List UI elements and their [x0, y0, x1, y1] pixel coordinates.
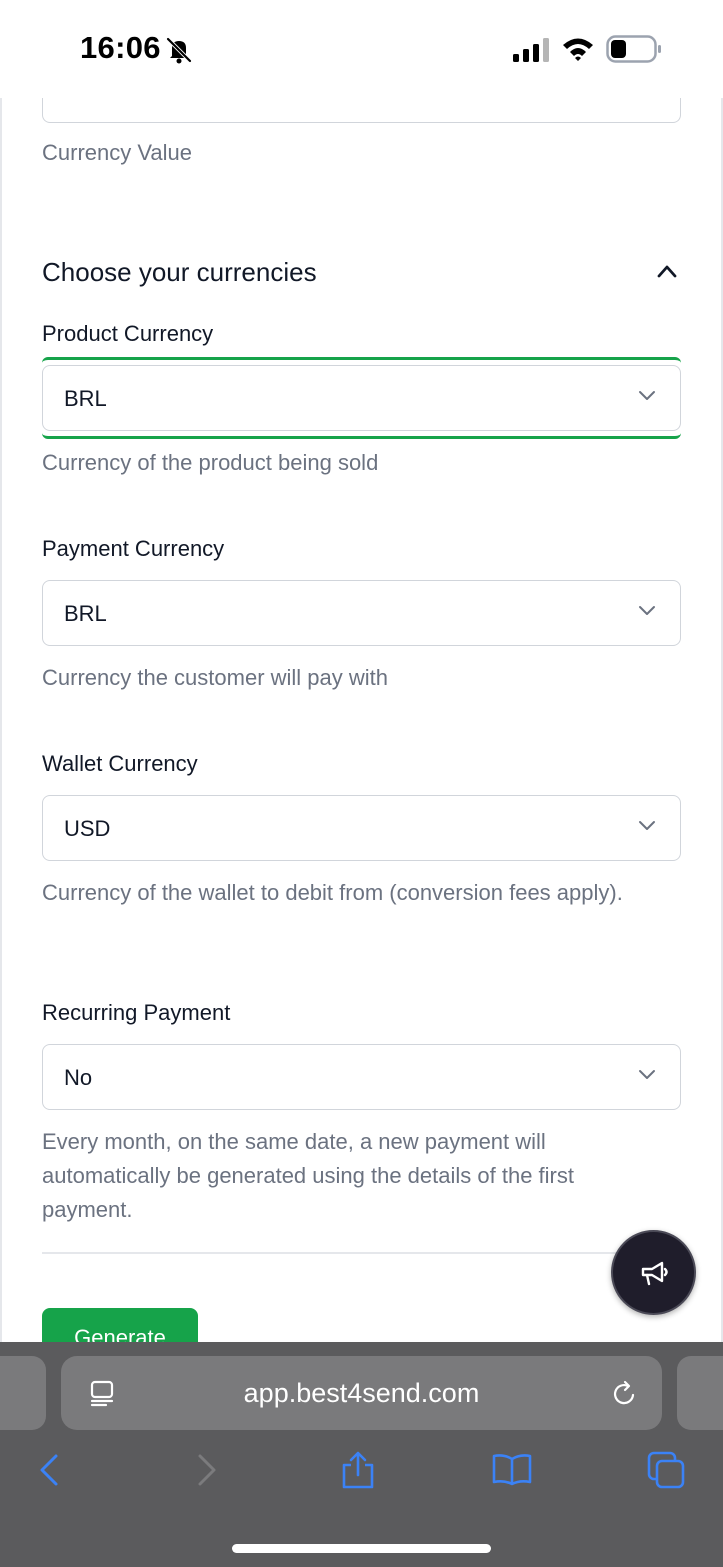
next-tab-preview[interactable] — [677, 1356, 723, 1430]
home-indicator — [232, 1544, 491, 1553]
payment-currency-select[interactable]: BRL — [42, 580, 681, 646]
wallet-currency-label: Wallet Currency — [42, 751, 198, 776]
product-currency-value: BRL — [64, 386, 107, 411]
product-currency-select[interactable]: BRL — [42, 365, 681, 431]
generate-button[interactable]: Generate — [42, 1308, 198, 1342]
payment-currency-help: Currency the customer will pay with — [42, 665, 389, 690]
battery-icon — [606, 35, 661, 63]
forward-icon[interactable] — [186, 1450, 226, 1490]
section-title: Choose your currencies — [42, 257, 317, 287]
tabs-icon[interactable] — [646, 1450, 686, 1490]
divider — [42, 1252, 681, 1254]
wallet-currency-value: USD — [64, 816, 111, 841]
chevron-down-icon — [639, 391, 655, 400]
recurring-payment-label: Recurring Payment — [42, 1000, 231, 1025]
chevron-down-icon — [639, 606, 655, 615]
bell-slash-icon — [166, 37, 192, 64]
back-icon[interactable] — [30, 1450, 70, 1490]
address-bar[interactable]: app.best4send.com — [61, 1356, 662, 1430]
currency-value-help: Currency Value — [42, 140, 192, 165]
signal-icon — [513, 38, 549, 62]
megaphone-icon — [641, 1261, 668, 1286]
feedback-button[interactable] — [611, 1230, 696, 1315]
browser-chrome: app.best4send.com — [0, 1342, 723, 1567]
chevron-down-icon — [639, 821, 655, 830]
recurring-payment-help: Every month, on the same date, a new pay… — [42, 1129, 574, 1222]
chevron-up-icon[interactable] — [657, 264, 677, 278]
bookmarks-icon[interactable] — [492, 1450, 532, 1490]
page-content: Currency Value Choose your currencies Pr… — [0, 0, 723, 1342]
status-bar: 16:06 — [0, 0, 723, 98]
product-currency-help: Currency of the product being sold — [42, 450, 379, 475]
chevron-down-icon — [639, 1070, 655, 1079]
payment-currency-value: BRL — [64, 601, 107, 626]
wallet-currency-help: Currency of the wallet to debit from (co… — [42, 880, 623, 905]
clock: 16:06 — [80, 30, 161, 65]
product-currency-label: Product Currency — [42, 321, 214, 346]
reload-icon[interactable] — [611, 1378, 639, 1408]
share-icon[interactable] — [338, 1450, 378, 1490]
wifi-icon — [563, 38, 593, 61]
recurring-payment-value: No — [64, 1065, 93, 1090]
payment-currency-label: Payment Currency — [42, 536, 225, 561]
previous-tab-preview[interactable] — [0, 1356, 46, 1430]
wallet-currency-select[interactable]: USD — [42, 795, 681, 861]
url-text: app.best4send.com — [243, 1378, 480, 1408]
recurring-payment-select[interactable]: No — [42, 1044, 681, 1110]
